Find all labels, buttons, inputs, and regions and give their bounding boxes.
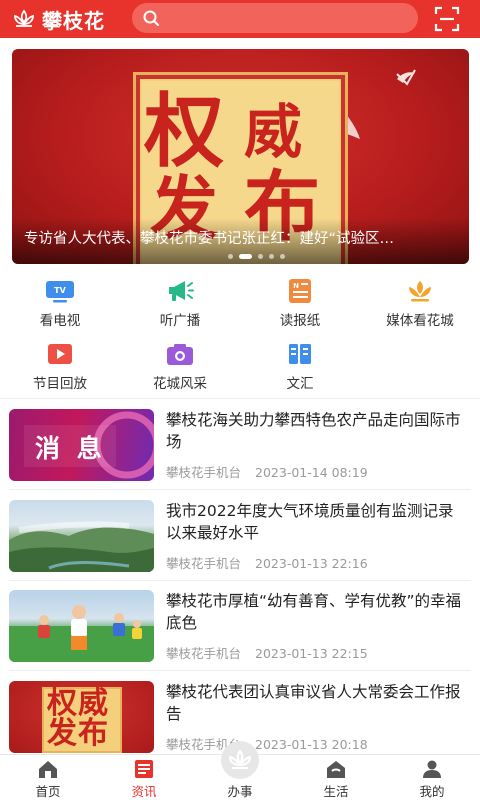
app-name: 攀枝花 — [42, 8, 105, 33]
news-title: 攀枝花市厚植“幼有善育、学有优教”的幸福底色 — [166, 592, 462, 632]
news-date: 2023-01-13 22:15 — [255, 646, 368, 661]
thumbnail-text: 消 息 — [35, 434, 106, 463]
app-screen: 攀枝花 权 威 发 布 专访省人大代表、攀枝花市委书记张正红：建好“试验区… T… — [0, 0, 480, 800]
service-center-button[interactable] — [221, 741, 259, 779]
quick-link-media[interactable]: 媒体看花城 — [360, 278, 480, 330]
search-input[interactable] — [166, 10, 406, 26]
quick-link-radio[interactable]: 听广播 — [120, 278, 240, 330]
banner-title: 专访省人大代表、攀枝花市委书记张正红：建好“试验区… — [24, 231, 395, 247]
news-divider — [9, 670, 471, 671]
banner-char-1: 权 — [144, 84, 224, 178]
play-icon — [48, 344, 72, 364]
top-header: 攀枝花 — [0, 0, 480, 38]
tab-services[interactable]: 办事 — [192, 741, 288, 800]
service-flower-icon — [228, 749, 252, 769]
news-source: 攀枝花手机台 — [166, 646, 242, 661]
svg-text:TV: TV — [54, 286, 66, 295]
newspaper-icon: N — [289, 279, 311, 303]
tv-icon: TV — [46, 281, 74, 303]
news-meta: 攀枝花手机台 2023-01-13 20:18 — [166, 734, 368, 753]
book-icon — [289, 344, 311, 364]
news-thumbnail: 消 息 — [9, 409, 154, 481]
tab-mine[interactable]: 我的 — [384, 755, 480, 800]
tab-news[interactable]: 资讯 — [96, 755, 192, 800]
camera-icon — [167, 344, 193, 365]
news-source: 攀枝花手机台 — [166, 465, 242, 480]
bottom-navigation: 首页 资讯 办事 生活 我的 — [0, 741, 480, 800]
carousel-dot[interactable] — [280, 254, 285, 259]
home-icon — [39, 761, 57, 778]
quick-link-newspaper[interactable]: N 读报纸 — [240, 278, 360, 330]
news-date: 2023-01-14 08:19 — [255, 465, 368, 480]
news-item[interactable]: 攀枝花市厚植“幼有善育、学有优教”的幸福底色 攀枝花手机台 2023-01-13 … — [9, 590, 471, 666]
headline-banner[interactable]: 权 威 发 布 专访省人大代表、攀枝花市委书记张正红：建好“试验区… — [12, 49, 469, 264]
carousel-dot[interactable] — [258, 254, 263, 259]
flower-icon — [409, 281, 431, 302]
news-meta: 攀枝花手机台 2023-01-14 08:19 — [166, 462, 368, 481]
section-divider — [0, 398, 480, 399]
news-title: 我市2022年度大气环境质量创有监测记录以来最好水平 — [166, 502, 454, 542]
carousel-dot[interactable] — [269, 254, 274, 259]
search-bar[interactable] — [132, 3, 418, 33]
news-date: 2023-01-13 22:16 — [255, 556, 368, 571]
svg-text:N: N — [293, 282, 299, 290]
news-meta: 攀枝花手机台 2023-01-13 22:15 — [166, 643, 368, 662]
megaphone-icon — [169, 281, 194, 301]
news-item[interactable]: 我市2022年度大气环境质量创有监测记录以来最好水平 攀枝花手机台 2023-01… — [9, 500, 471, 576]
quick-link-tv[interactable]: TV 看电视 — [0, 278, 120, 330]
news-title: 攀枝花海关助力攀西特色农产品走向国际市场 — [166, 411, 461, 451]
flower-logo-icon — [14, 9, 34, 27]
quick-link-wenhui[interactable]: 文汇 — [240, 341, 360, 393]
news-item[interactable]: 消 息 攀枝花海关助力攀西特色农产品走向国际市场 攀枝花手机台 2023-01-1… — [9, 409, 471, 485]
news-thumbnail — [9, 500, 154, 572]
news-meta: 攀枝花手机台 2023-01-13 22:16 — [166, 553, 368, 572]
carousel-indicator — [225, 254, 288, 259]
quick-link-gallery[interactable]: 花城风采 — [120, 341, 240, 393]
news-title: 攀枝花代表团认真审议省人大常委会工作报告 — [166, 683, 461, 723]
banner-char-2: 威 — [244, 98, 303, 166]
app-logo[interactable]: 攀枝花 — [12, 5, 105, 34]
life-house-icon — [327, 761, 345, 778]
user-icon — [423, 760, 441, 778]
tab-life[interactable]: 生活 — [288, 755, 384, 800]
news-source: 攀枝花手机台 — [166, 556, 242, 571]
search-icon — [143, 10, 159, 26]
carousel-dot[interactable] — [228, 254, 233, 259]
news-thumbnail: 权威发布 — [9, 681, 154, 753]
quick-link-replay[interactable]: 节目回放 — [0, 341, 120, 393]
news-thumbnail — [9, 590, 154, 662]
news-date: 2023-01-13 20:18 — [255, 737, 368, 752]
carousel-dot-active[interactable] — [239, 254, 252, 259]
landscape-image — [9, 521, 154, 572]
thumbnail-text: 权威发布 — [47, 686, 109, 751]
news-divider — [9, 489, 471, 490]
tab-home[interactable]: 首页 — [0, 755, 96, 800]
scan-icon[interactable] — [434, 6, 460, 32]
news-list-icon — [135, 760, 153, 778]
news-divider — [9, 580, 471, 581]
children-photo — [9, 605, 154, 662]
